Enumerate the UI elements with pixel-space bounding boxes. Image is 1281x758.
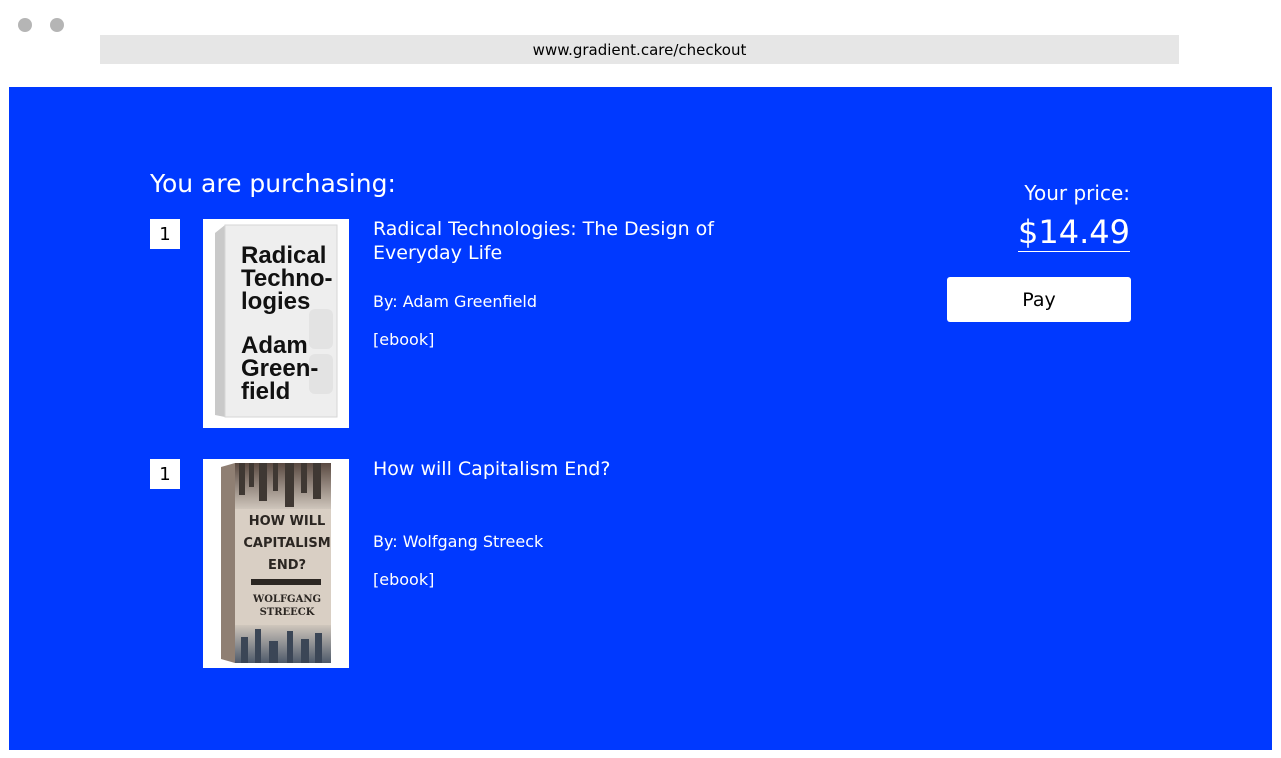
checkout-panel: You are purchasing: 1 Radical Techno- lo… <box>9 87 1272 750</box>
cart-item: 1 Radical Techno- logies Adam Green- fie… <box>150 218 750 429</box>
quantity-box[interactable]: 1 <box>150 459 180 489</box>
cover-author-line-3: field <box>241 378 290 405</box>
total-price: $14.49 <box>1018 213 1130 252</box>
cart-item: 1 HOW WILL CAPITALISM END? WOLFGANG STRE… <box>150 458 750 669</box>
book-cover-radical-technologies: Radical Techno- logies Adam Green- field <box>203 219 349 428</box>
cover-title-line-3: END? <box>268 558 306 573</box>
book-format: [ebook] <box>373 330 435 349</box>
window-dot-close[interactable] <box>18 18 32 32</box>
cover-title-line-1: HOW WILL <box>249 514 326 529</box>
book-cover-image: Radical Techno- logies Adam Green- field <box>203 219 349 428</box>
book-cover-how-will-capitalism-end: HOW WILL CAPITALISM END? WOLFGANG STREEC… <box>203 459 349 668</box>
address-bar[interactable]: www.gradient.care/checkout <box>100 35 1179 64</box>
book-format: [ebook] <box>373 570 435 589</box>
cover-title-line-3: logies <box>241 288 310 315</box>
price-label: Your price: <box>1024 181 1130 205</box>
cover-title-line-2: CAPITALISM <box>243 536 330 551</box>
purchase-heading: You are purchasing: <box>150 169 396 198</box>
window-dot-minimize[interactable] <box>50 18 64 32</box>
book-cover-image: HOW WILL CAPITALISM END? WOLFGANG STREEC… <box>203 459 349 668</box>
cover-author-line-2: STREECK <box>260 607 315 618</box>
book-author: By: Adam Greenfield <box>373 292 538 311</box>
book-title: Radical Technologies: The Design of Ever… <box>373 218 714 264</box>
cover-author-line-1: WOLFGANG <box>252 594 321 605</box>
pay-button[interactable]: Pay <box>947 277 1131 322</box>
book-author: By: Wolfgang Streeck <box>373 532 544 551</box>
quantity-box[interactable]: 1 <box>150 219 180 249</box>
address-bar-url: www.gradient.care/checkout <box>532 40 747 59</box>
book-title: How will Capitalism End? <box>373 458 611 480</box>
